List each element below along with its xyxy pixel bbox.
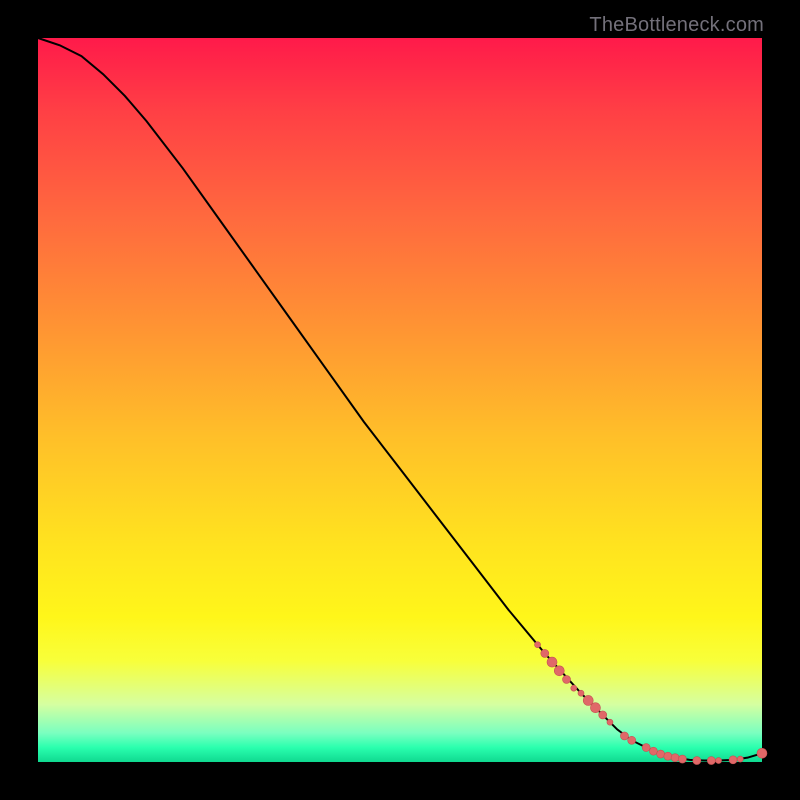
data-marker [628, 736, 636, 744]
data-marker [571, 685, 577, 691]
data-marker [535, 642, 541, 648]
data-marker [547, 657, 557, 667]
chart-overlay [38, 38, 762, 762]
watermark-text: TheBottleneck.com [589, 14, 764, 37]
data-marker [757, 748, 767, 758]
data-marker [678, 755, 686, 763]
bottleneck-curve [38, 38, 762, 761]
data-marker [607, 719, 613, 725]
data-marker [620, 732, 628, 740]
data-marker [541, 649, 549, 657]
data-marker [599, 711, 607, 719]
data-marker [729, 756, 737, 764]
data-markers [535, 642, 767, 765]
data-marker [563, 675, 571, 683]
data-marker [737, 756, 743, 762]
data-marker [642, 744, 650, 752]
data-marker [693, 757, 701, 765]
data-marker [664, 752, 672, 760]
data-marker [554, 666, 564, 676]
data-marker [716, 758, 722, 764]
data-marker [707, 757, 715, 765]
data-marker [657, 750, 665, 758]
data-marker [649, 747, 657, 755]
data-marker [578, 690, 584, 696]
data-marker [590, 703, 600, 713]
data-marker [671, 754, 679, 762]
chart-frame: TheBottleneck.com [0, 0, 800, 800]
